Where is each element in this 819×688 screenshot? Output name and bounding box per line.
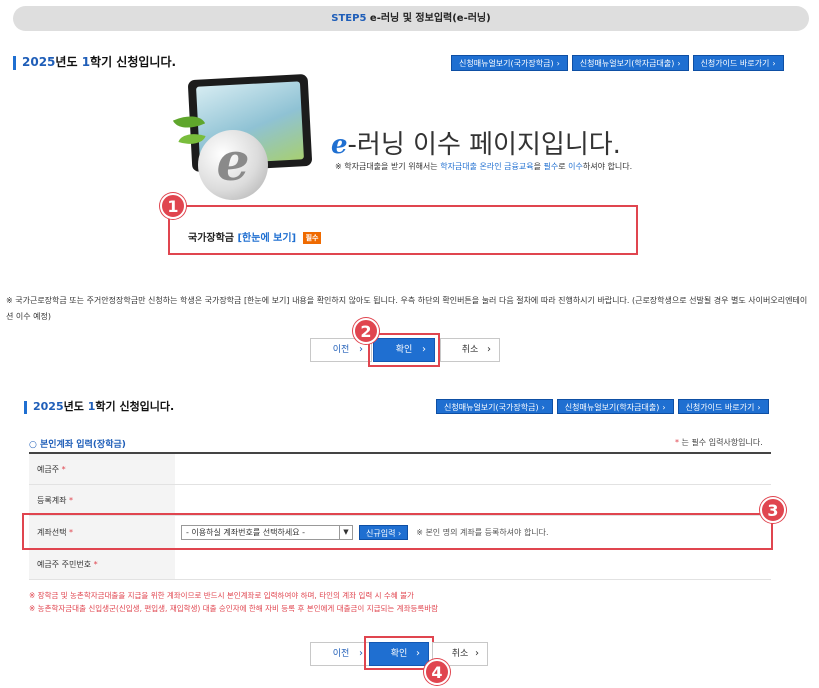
heading-bar — [24, 400, 27, 414]
manual-buttons: 신청매뉴얼보기(국가장학금) › 신청매뉴얼보기(학자금대출) › 신청가이드 바로… — [451, 55, 784, 71]
row-label: 예금주 주민번호 * — [29, 549, 175, 579]
required-star-icon: * — [91, 559, 98, 569]
warning-line: ※ 장학금 및 농촌학자금대출을 지급을 위한 계좌이므로 반드시 본인계좌로 … — [29, 591, 414, 600]
required-note: * 는 필수 입력사항입니다. — [675, 438, 763, 447]
chevron-right-icon: › — [662, 403, 666, 412]
guide-button[interactable]: 신청가이드 바로가기 › — [677, 399, 769, 414]
step-marker-1: 1 — [160, 193, 186, 219]
account-select-highlight — [22, 513, 773, 550]
registered-account-field — [175, 485, 771, 515]
guide-button[interactable]: 신청가이드 바로가기 › — [692, 55, 784, 71]
hero-title: e-러닝 이수 페이지입니다. — [331, 130, 621, 160]
prev-button[interactable]: 이전 › — [310, 642, 372, 666]
step-marker-2: 2 — [353, 318, 379, 344]
account-section-title: ○ 본인계좌 입력(장학금) — [29, 440, 126, 450]
required-star-icon: * — [66, 495, 73, 505]
step-marker-4: 4 — [424, 659, 450, 685]
semester-heading: 2025년도 1학기 신청입니다. — [13, 53, 176, 70]
notice-text: ※ 국가근로장학금 또는 주거안정장학금만 신청하는 학생은 국가장학금 [한눈… — [6, 296, 808, 321]
chevron-right-icon: › — [757, 403, 761, 412]
account-holder-field — [175, 454, 771, 484]
confirm-button[interactable]: 확인 › — [369, 642, 429, 666]
warning-line: ※ 농촌학자금대출 신입생군(신입생, 편입생, 재입학생) 대출 승인자에 한… — [29, 604, 439, 613]
holder-rrn-field — [175, 549, 771, 579]
confirm-button[interactable]: 확인 › — [373, 338, 435, 362]
e-logo-icon: e — [198, 130, 268, 200]
national-scholarship-label: 국가장학금 [한눈에 보기] 필수 — [188, 229, 322, 244]
row-label: 등록계좌 * — [29, 485, 175, 515]
step-banner: STEP5 e-러닝 및 정보입력(e-러닝) — [13, 6, 809, 31]
required-star-icon: * — [675, 438, 679, 447]
manual-scholarship-button[interactable]: 신청매뉴얼보기(국가장학금) › — [436, 399, 553, 414]
chevron-right-icon: › — [416, 648, 420, 659]
manual-scholarship-button[interactable]: 신청매뉴얼보기(국가장학금) › — [451, 55, 568, 71]
cancel-button[interactable]: 취소 › — [440, 338, 500, 362]
manual-buttons: 신청매뉴얼보기(국가장학금) › 신청매뉴얼보기(학자금대출) › 신청가이드 바로… — [436, 399, 769, 414]
manual-loan-button[interactable]: 신청매뉴얼보기(학자금대출) › — [571, 55, 689, 71]
manual-loan-button[interactable]: 신청매뉴얼보기(학자금대출) › — [556, 399, 674, 414]
chevron-right-icon: › — [422, 344, 426, 355]
step-number: STEP5 — [331, 13, 367, 24]
chevron-right-icon: › — [556, 59, 560, 68]
form-row-rrn: 예금주 주민번호 * — [29, 549, 771, 580]
circle-bullet-icon: ○ — [29, 440, 37, 450]
chevron-right-icon: › — [677, 59, 681, 68]
heading-bar — [13, 55, 16, 70]
form-row-holder: 예금주 * — [29, 454, 771, 485]
chevron-right-icon: › — [487, 344, 491, 355]
chevron-right-icon: › — [475, 648, 479, 659]
chevron-right-icon: › — [359, 648, 363, 659]
account-warnings: ※ 장학금 및 농촌학자금대출을 지급을 위한 계좌이므로 반드시 본인계좌로 … — [29, 589, 438, 615]
overview-link[interactable]: [한눈에 보기] — [237, 233, 296, 244]
step-marker-3: 3 — [760, 497, 786, 523]
semester-heading: 2025년도 1학기 신청입니다. — [24, 398, 174, 414]
required-star-icon: * — [59, 464, 66, 474]
row-label: 예금주 * — [29, 454, 175, 484]
step-title: e-러닝 및 정보입력(e-러닝) — [369, 13, 491, 24]
chevron-right-icon: › — [541, 403, 545, 412]
chevron-right-icon: › — [772, 59, 776, 68]
form-row-registered: 등록계좌 * — [29, 485, 771, 516]
hero-note: ※ 학자금대출을 받기 위해서는 학자금대출 온라인 금융교육을 필수로 이수하… — [335, 162, 633, 171]
required-badge: 필수 — [302, 232, 322, 244]
